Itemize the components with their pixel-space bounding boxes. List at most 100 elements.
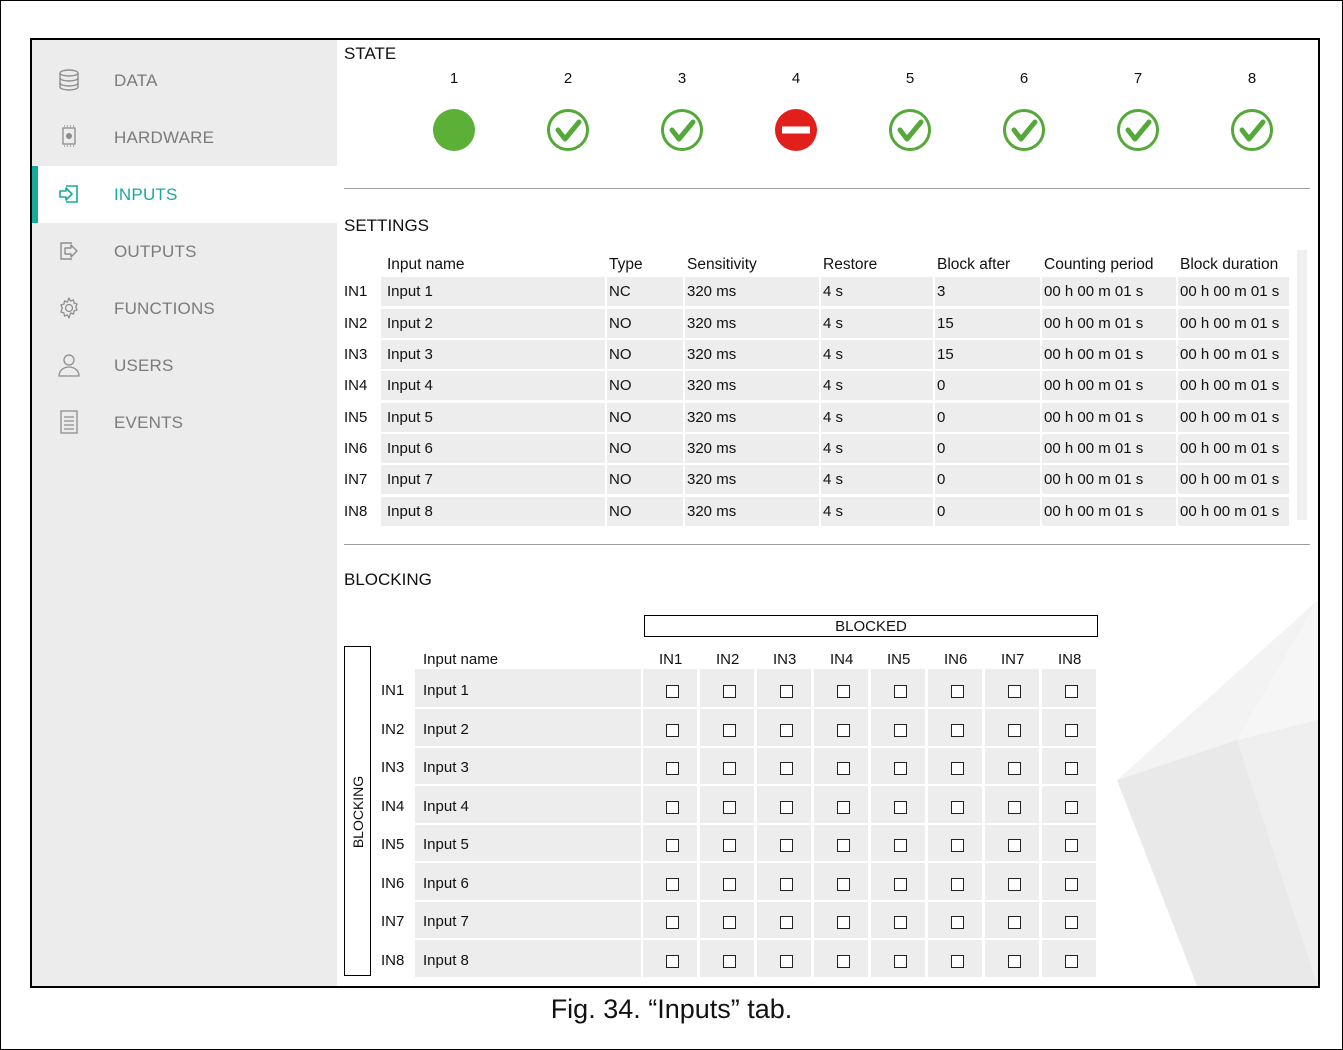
sidebar-item-users[interactable]: USERS — [32, 337, 337, 394]
block-checkbox[interactable] — [1008, 685, 1021, 698]
restore-cell[interactable]: 4 s — [823, 503, 843, 520]
sensitivity-cell[interactable]: 320 ms — [687, 283, 736, 300]
block-checkbox[interactable] — [780, 724, 793, 737]
block-duration-cell[interactable]: 00 h 00 m 01 s — [1180, 346, 1279, 363]
block-checkbox[interactable] — [780, 916, 793, 929]
input-name-cell[interactable]: Input 3 — [387, 346, 433, 363]
sensitivity-cell[interactable]: 320 ms — [687, 377, 736, 394]
block-checkbox[interactable] — [951, 955, 964, 968]
restore-cell[interactable]: 4 s — [823, 283, 843, 300]
type-cell[interactable]: NO — [609, 440, 632, 457]
block-duration-cell[interactable]: 00 h 00 m 01 s — [1180, 471, 1279, 488]
sidebar-item-events[interactable]: EVENTS — [32, 394, 337, 451]
type-cell[interactable]: NO — [609, 503, 632, 520]
block-duration-cell[interactable]: 00 h 00 m 01 s — [1180, 315, 1279, 332]
block-after-cell[interactable]: 0 — [937, 503, 945, 520]
block-checkbox[interactable] — [1008, 955, 1021, 968]
block-checkbox[interactable] — [951, 878, 964, 891]
block-checkbox[interactable] — [1008, 878, 1021, 891]
sidebar-item-data[interactable]: DATA — [32, 52, 337, 109]
check-circle-icon[interactable] — [888, 108, 932, 152]
sensitivity-cell[interactable]: 320 ms — [687, 471, 736, 488]
block-checkbox[interactable] — [1065, 762, 1078, 775]
sensitivity-cell[interactable]: 320 ms — [687, 409, 736, 426]
block-checkbox[interactable] — [837, 878, 850, 891]
no-entry-icon[interactable] — [774, 108, 818, 152]
block-after-cell[interactable]: 0 — [937, 440, 945, 457]
block-checkbox[interactable] — [780, 801, 793, 814]
type-cell[interactable]: NO — [609, 315, 632, 332]
block-checkbox[interactable] — [894, 955, 907, 968]
block-checkbox[interactable] — [666, 839, 679, 852]
block-checkbox[interactable] — [837, 762, 850, 775]
block-checkbox[interactable] — [894, 878, 907, 891]
block-checkbox[interactable] — [837, 839, 850, 852]
counting-period-cell[interactable]: 00 h 00 m 01 s — [1044, 503, 1143, 520]
block-checkbox[interactable] — [723, 801, 736, 814]
check-circle-icon[interactable] — [1116, 108, 1160, 152]
restore-cell[interactable]: 4 s — [823, 409, 843, 426]
block-checkbox[interactable] — [894, 801, 907, 814]
block-checkbox[interactable] — [723, 685, 736, 698]
counting-period-cell[interactable]: 00 h 00 m 01 s — [1044, 283, 1143, 300]
sensitivity-cell[interactable]: 320 ms — [687, 503, 736, 520]
input-name-cell[interactable]: Input 5 — [387, 409, 433, 426]
block-checkbox[interactable] — [1065, 839, 1078, 852]
type-cell[interactable]: NO — [609, 346, 632, 363]
block-checkbox[interactable] — [1008, 801, 1021, 814]
sensitivity-cell[interactable]: 320 ms — [687, 315, 736, 332]
block-duration-cell[interactable]: 00 h 00 m 01 s — [1180, 377, 1279, 394]
block-checkbox[interactable] — [1065, 916, 1078, 929]
block-checkbox[interactable] — [1008, 762, 1021, 775]
block-checkbox[interactable] — [951, 685, 964, 698]
counting-period-cell[interactable]: 00 h 00 m 01 s — [1044, 471, 1143, 488]
block-checkbox[interactable] — [1065, 955, 1078, 968]
block-checkbox[interactable] — [951, 801, 964, 814]
input-name-cell[interactable]: Input 1 — [387, 283, 433, 300]
input-name-cell[interactable]: Input 4 — [387, 377, 433, 394]
type-cell[interactable]: NO — [609, 377, 632, 394]
block-after-cell[interactable]: 15 — [937, 346, 954, 363]
block-after-cell[interactable]: 3 — [937, 283, 945, 300]
block-duration-cell[interactable]: 00 h 00 m 01 s — [1180, 503, 1279, 520]
table-row[interactable]: IN7 Input 7 NO 320 ms 4 s 0 00 h 00 m 01… — [343, 464, 1291, 495]
block-checkbox[interactable] — [837, 955, 850, 968]
block-after-cell[interactable]: 15 — [937, 315, 954, 332]
input-name-cell[interactable]: Input 7 — [387, 471, 433, 488]
block-checkbox[interactable] — [894, 685, 907, 698]
table-row[interactable]: IN4 Input 4 NO 320 ms 4 s 0 00 h 00 m 01… — [343, 370, 1291, 401]
table-row[interactable]: IN6 Input 6 NO 320 ms 4 s 0 00 h 00 m 01… — [343, 433, 1291, 464]
block-checkbox[interactable] — [1008, 839, 1021, 852]
type-cell[interactable]: NO — [609, 471, 632, 488]
check-circle-icon[interactable] — [660, 108, 704, 152]
table-row[interactable]: IN1 Input 1 NC 320 ms 4 s 3 00 h 00 m 01… — [343, 276, 1291, 307]
block-duration-cell[interactable]: 00 h 00 m 01 s — [1180, 283, 1279, 300]
block-checkbox[interactable] — [1065, 685, 1078, 698]
scrollbar[interactable] — [1297, 250, 1307, 520]
sidebar-item-inputs[interactable]: INPUTS — [32, 166, 337, 223]
block-checkbox[interactable] — [951, 839, 964, 852]
block-checkbox[interactable] — [723, 916, 736, 929]
block-checkbox[interactable] — [1008, 724, 1021, 737]
counting-period-cell[interactable]: 00 h 00 m 01 s — [1044, 377, 1143, 394]
check-circle-icon[interactable] — [1002, 108, 1046, 152]
block-checkbox[interactable] — [951, 916, 964, 929]
sidebar-item-outputs[interactable]: OUTPUTS — [32, 223, 337, 280]
input-name-cell[interactable]: Input 2 — [387, 315, 433, 332]
block-checkbox[interactable] — [666, 801, 679, 814]
restore-cell[interactable]: 4 s — [823, 346, 843, 363]
block-checkbox[interactable] — [951, 762, 964, 775]
block-after-cell[interactable]: 0 — [937, 409, 945, 426]
block-duration-cell[interactable]: 00 h 00 m 01 s — [1180, 440, 1279, 457]
check-circle-icon[interactable] — [1230, 108, 1274, 152]
block-checkbox[interactable] — [780, 685, 793, 698]
type-cell[interactable]: NO — [609, 409, 632, 426]
restore-cell[interactable]: 4 s — [823, 471, 843, 488]
block-checkbox[interactable] — [951, 724, 964, 737]
restore-cell[interactable]: 4 s — [823, 377, 843, 394]
table-row[interactable]: IN5 Input 5 NO 320 ms 4 s 0 00 h 00 m 01… — [343, 402, 1291, 433]
sensitivity-cell[interactable]: 320 ms — [687, 346, 736, 363]
table-row[interactable]: IN2 Input 2 NO 320 ms 4 s 15 00 h 00 m 0… — [343, 308, 1291, 339]
block-checkbox[interactable] — [666, 685, 679, 698]
block-after-cell[interactable]: 0 — [937, 377, 945, 394]
